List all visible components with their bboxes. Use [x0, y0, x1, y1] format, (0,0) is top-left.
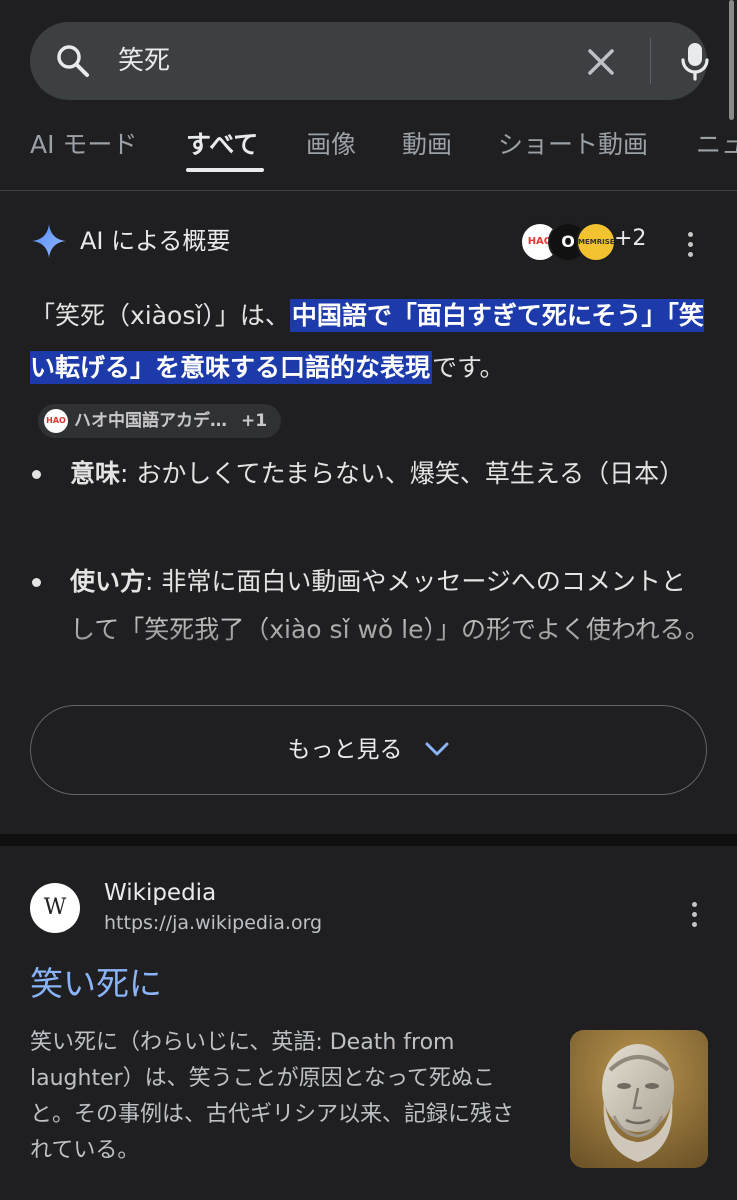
bust-statue-image	[570, 1030, 708, 1168]
citation-source-icon: HAO	[44, 409, 68, 433]
tab-news[interactable]: ニュ	[696, 128, 737, 162]
result-url[interactable]: https://ja.wikipedia.org	[104, 912, 322, 934]
ai-overview-more-icon[interactable]	[687, 232, 693, 260]
ai-overview-title: AI による概要	[80, 227, 231, 255]
citation-label: ハオ中国語アカデ…	[74, 411, 227, 431]
show-more-button[interactable]: もっと見る	[30, 705, 707, 795]
citation-more: +1	[241, 411, 268, 431]
citation-chip[interactable]: HAO ハオ中国語アカデ… +1	[38, 404, 282, 438]
bullet-term: 使い方	[70, 567, 146, 596]
search-icon	[57, 45, 89, 77]
result-snippet: 笑い死に（わらいじに、英語: Death from laughter）は、笑うこ…	[30, 1030, 515, 1163]
ai-source-icons[interactable]: HAO O MEMRISE	[520, 222, 620, 262]
bullet-meaning: 意味: おかしくてたまらない、爆笑、草生える（日本）	[30, 450, 710, 498]
page-scrollbar[interactable]	[729, 0, 734, 120]
microphone-icon[interactable]	[675, 40, 715, 82]
tab-images[interactable]: 画像	[306, 128, 356, 162]
gemini-sparkle-icon	[32, 224, 66, 258]
result-title-link[interactable]: 笑い死に	[30, 960, 162, 1008]
active-tab-indicator	[186, 168, 264, 172]
tab-ai-mode[interactable]: AI モード	[30, 128, 137, 162]
search-query[interactable]: 笑死	[118, 42, 170, 80]
result-thumbnail[interactable]	[570, 1030, 708, 1168]
ai-overview-text: 「笑死（xiàosǐ）」は、中国語で「面白すぎて死にそう」「笑い転げる」を意味す…	[30, 290, 710, 446]
wikipedia-favicon: W	[30, 883, 80, 933]
tab-all[interactable]: すべて	[186, 128, 258, 162]
search-bar[interactable]: 笑死	[30, 22, 709, 100]
result-more-icon[interactable]	[691, 902, 697, 930]
source-icon-memrise: MEMRISE	[576, 222, 616, 262]
bullet-text: : おかしくてたまらない、爆笑、草生える（日本）	[120, 459, 685, 488]
content-fade	[0, 600, 737, 700]
search-separator	[650, 38, 651, 84]
tab-short-videos[interactable]: ショート動画	[498, 128, 648, 162]
show-more-label: もっと見る	[287, 737, 403, 763]
bullet-term: 意味	[70, 459, 121, 488]
search-tabs: AI モード すべて 画像 動画 ショート動画 ニュ	[0, 120, 737, 191]
result-site-name[interactable]: Wikipedia	[104, 880, 216, 906]
section-divider	[0, 834, 737, 846]
tab-videos[interactable]: 動画	[402, 128, 452, 162]
source-more-count[interactable]: +2	[614, 226, 646, 251]
intro-text: 「笑死（xiàosǐ）」は、	[30, 301, 290, 330]
clear-icon[interactable]	[583, 44, 619, 80]
intro-end: です。	[432, 353, 505, 382]
chevron-down-icon	[425, 742, 449, 756]
